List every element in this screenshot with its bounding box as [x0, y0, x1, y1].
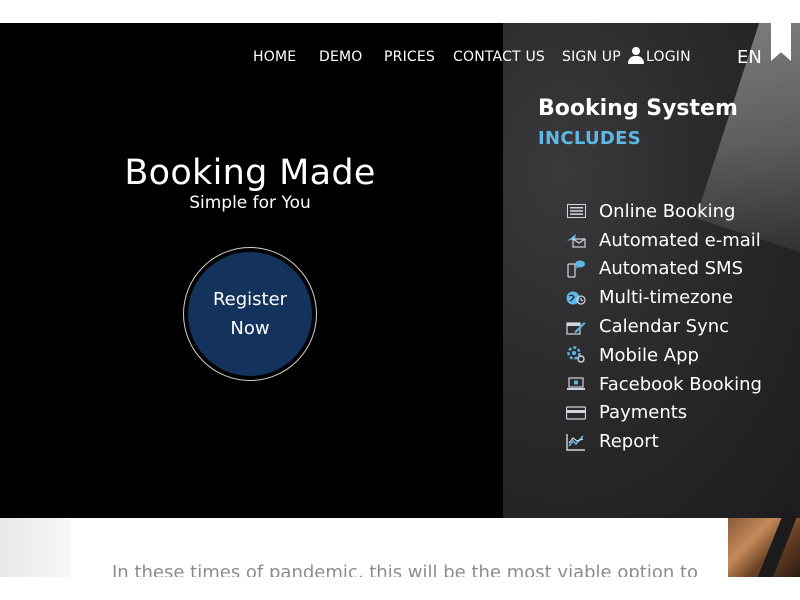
nav-prices[interactable]: PRICES — [384, 49, 435, 65]
hero-headline: Booking Made Simple for You — [100, 153, 400, 213]
feature-label: Facebook Booking — [599, 373, 762, 395]
chart-icon — [566, 433, 586, 451]
user-icon — [628, 47, 644, 64]
nav-sign-up[interactable]: SIGN UP — [562, 49, 621, 65]
feature-label: Calendar Sync — [599, 316, 730, 338]
register-now-button[interactable]: Register Now — [188, 252, 312, 376]
language-selector[interactable]: EN — [737, 47, 762, 68]
feature-label: Mobile App — [599, 344, 699, 366]
feature-item: Facebook Booking — [566, 370, 762, 399]
feature-item: Report — [566, 427, 762, 456]
features-title: Booking System — [538, 96, 738, 121]
features-list: Online Booking Automated e-mail Automate… — [566, 197, 762, 456]
register-label-line2: Now — [230, 318, 270, 339]
sms-icon — [566, 260, 586, 278]
feature-label: Payments — [599, 402, 688, 424]
feature-label: Multi-timezone — [599, 287, 734, 309]
nav-home[interactable]: HOME — [253, 49, 296, 65]
feature-label: Automated SMS — [599, 258, 744, 280]
mobile-app-icon — [566, 346, 586, 364]
top-strip — [0, 0, 800, 23]
content-left-panel — [0, 518, 70, 578]
feature-label: Automated e-mail — [599, 229, 761, 251]
feature-item: Automated e-mail — [566, 226, 762, 255]
nav-login-label: LOGIN — [646, 49, 691, 65]
hero-section: HOME DEMO PRICES CONTACT US SIGN UP LOGI… — [0, 23, 800, 518]
globe-icon — [566, 289, 586, 307]
feature-label: Report — [599, 431, 659, 453]
features-subtitle: INCLUDES — [538, 128, 642, 149]
feature-item: Automated SMS — [566, 255, 762, 284]
calendar-sync-icon — [566, 318, 586, 336]
content-photo — [728, 508, 800, 598]
nav-contact-us[interactable]: CONTACT US — [453, 49, 545, 65]
email-icon — [566, 231, 586, 249]
feature-item: Payments — [566, 399, 762, 428]
main-nav: HOME DEMO PRICES CONTACT US SIGN UP LOGI… — [0, 46, 800, 71]
feature-item: Calendar Sync — [566, 312, 762, 341]
laptop-icon — [566, 375, 586, 393]
feature-item: Mobile App — [566, 341, 762, 370]
feature-item: Multi-timezone — [566, 283, 762, 312]
register-label-line1: Register — [212, 289, 288, 310]
hero-title: Booking Made — [124, 153, 376, 193]
hero-subtitle: Simple for You — [189, 193, 311, 213]
nav-login[interactable]: LOGIN — [628, 46, 691, 65]
credit-card-icon — [566, 404, 586, 422]
bottom-strip — [0, 577, 800, 600]
feature-item: Online Booking — [566, 197, 762, 226]
feature-label: Online Booking — [599, 200, 736, 222]
nav-demo[interactable]: DEMO — [319, 49, 363, 65]
list-icon — [566, 202, 586, 220]
